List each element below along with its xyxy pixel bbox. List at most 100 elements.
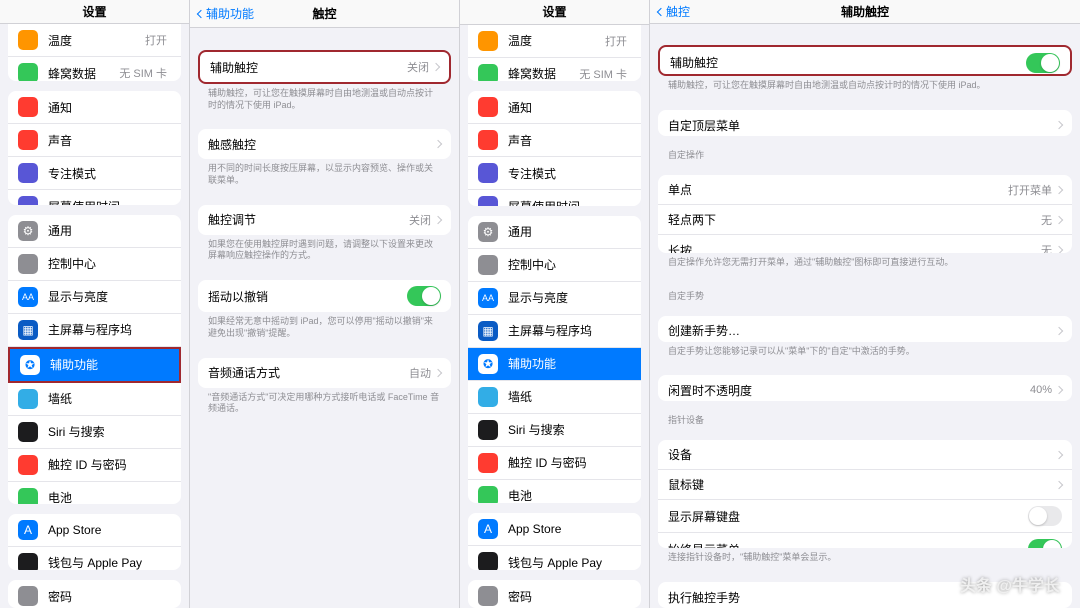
row-battery[interactable]: 电池 — [8, 482, 181, 504]
row-always-show: 始终显示菜单 — [658, 533, 1072, 548]
chevron-right-icon — [434, 140, 442, 148]
row-general[interactable]: ⚙通用 — [468, 216, 641, 249]
detail-header-1: 辅助功能 触控 — [190, 0, 459, 28]
row-wallpaper[interactable]: 墙纸 — [468, 381, 641, 414]
row-double-tap[interactable]: 轻点两下无 — [658, 205, 1072, 235]
row-control-center[interactable]: 控制中心 — [8, 248, 181, 281]
footnote-actions: 自定操作允许您无需打开菜单，通过"辅助触控"图标即可直接进行互动。 — [650, 253, 1080, 277]
row-display[interactable]: AA显示与亮度 — [8, 281, 181, 314]
row-screentime[interactable]: 屏幕使用时间 — [8, 190, 181, 205]
back-button[interactable]: 触控 — [658, 3, 690, 20]
row-top-menu[interactable]: 自定顶层菜单 — [658, 110, 1072, 136]
row-temp[interactable]: 温度打开 — [8, 24, 181, 57]
back-button[interactable]: 辅助功能 — [198, 5, 254, 22]
row-wallpaper[interactable]: 墙纸 — [8, 383, 181, 416]
row-long-press[interactable]: 长按无 — [658, 235, 1072, 253]
battery-icon — [478, 486, 498, 503]
group-network: 温度打开 蜂窝数据无 SIM 卡 — [468, 25, 641, 82]
row-accessibility[interactable]: ✪辅助功能 — [468, 348, 641, 381]
row-accessibility[interactable]: ✪辅助功能 — [8, 347, 181, 383]
row-touchid[interactable]: 触控 ID 与密码 — [8, 449, 181, 482]
footnote-2: 用不同的时间长度按压屏幕，以显示内容预览、操作或关联菜单。 — [190, 159, 459, 194]
assistive-toggle[interactable] — [1026, 53, 1060, 73]
row-control-center[interactable]: 控制中心 — [468, 249, 641, 282]
footnote-4: 如果经常无意中摇动到 iPad，您可以停用"摇动以撤销"来避免出现"撤销"提醒。 — [190, 312, 459, 347]
detail-assistive: 触控 辅助触控 辅助触控 辅助触控，可让您在触摸屏幕时自由地测温或自动点按计时的… — [650, 0, 1080, 608]
chevron-left-icon — [657, 7, 665, 15]
appstore-icon: A — [478, 519, 498, 539]
notification-icon — [18, 97, 38, 117]
focus-icon — [478, 163, 498, 183]
group-store: AApp Store 钱包与 Apple Pay — [8, 514, 181, 571]
footnote-pointer: 连接指针设备时，"辅助触控"菜单会显示。 — [650, 548, 1080, 572]
home-icon: ▦ — [478, 321, 498, 341]
row-general[interactable]: ⚙通用 — [8, 215, 181, 248]
appstore-icon: A — [18, 520, 38, 540]
wallpaper-icon — [478, 387, 498, 407]
chevron-right-icon — [434, 368, 442, 376]
gear-icon: ⚙ — [478, 222, 498, 242]
row-home[interactable]: ▦主屏幕与程序坞 — [468, 315, 641, 348]
row-battery[interactable]: 电池 — [468, 480, 641, 503]
group-general: ⚙通用 控制中心 AA显示与亮度 ▦主屏幕与程序坞 ✪辅助功能 墙纸 Siri … — [468, 216, 641, 503]
group-alerts: 通知 声音 专注模式 屏幕使用时间 — [8, 91, 181, 205]
group-password: 密码 — [8, 580, 181, 608]
row-cellular[interactable]: 蜂窝数据无 SIM 卡 — [8, 57, 181, 81]
row-touchid[interactable]: 触控 ID 与密码 — [468, 447, 641, 480]
settings-title: 设置 — [542, 3, 566, 20]
row-single-tap[interactable]: 单点打开菜单 — [658, 175, 1072, 205]
detail-header-2: 触控 辅助触控 — [650, 0, 1080, 24]
battery-icon — [18, 488, 38, 504]
row-siri[interactable]: Siri 与搜索 — [8, 416, 181, 449]
screentime-icon — [478, 196, 498, 205]
row-cellular[interactable]: 蜂窝数据无 SIM 卡 — [468, 58, 641, 82]
row-shake-undo[interactable]: 摇动以撤销 — [198, 280, 451, 312]
row-screentime[interactable]: 屏幕使用时间 — [468, 190, 641, 205]
shake-toggle[interactable] — [407, 286, 441, 306]
row-notifications[interactable]: 通知 — [8, 91, 181, 124]
cellular-icon — [18, 63, 38, 81]
row-touch-accom[interactable]: 触控调节关闭 — [198, 205, 451, 235]
row-wallet[interactable]: 钱包与 Apple Pay — [468, 546, 641, 570]
row-wallet[interactable]: 钱包与 Apple Pay — [8, 547, 181, 571]
notification-icon — [478, 97, 498, 117]
row-sound[interactable]: 声音 — [468, 124, 641, 157]
row-focus[interactable]: 专注模式 — [8, 157, 181, 190]
row-temp[interactable]: 温度打开 — [468, 25, 641, 58]
sidebar-header: 设置 — [0, 0, 189, 24]
row-sound[interactable]: 声音 — [8, 124, 181, 157]
row-password[interactable]: 密码 — [468, 580, 641, 608]
gear-icon: ⚙ — [18, 221, 38, 241]
chevron-right-icon — [1055, 326, 1063, 334]
row-display[interactable]: AA显示与亮度 — [468, 282, 641, 315]
row-device[interactable]: 设备 — [658, 440, 1072, 470]
row-audio-call[interactable]: 音频通话方式自动 — [198, 358, 451, 388]
row-mouse-keys[interactable]: 鼠标键 — [658, 470, 1072, 500]
group-network: 温度打开 蜂窝数据无 SIM 卡 — [8, 24, 181, 81]
row-notifications[interactable]: 通知 — [468, 91, 641, 124]
row-appstore[interactable]: AApp Store — [468, 513, 641, 546]
always-show-toggle[interactable] — [1028, 539, 1062, 548]
wallet-icon — [478, 552, 498, 570]
accessibility-icon: ✪ — [478, 354, 498, 374]
watermark: 头条 @牛学长 — [960, 572, 1060, 596]
row-idle-opacity[interactable]: 闲置时不透明度40% — [658, 375, 1072, 401]
detail-touch: 辅助功能 触控 辅助触控关闭 辅助触控，可让您在触摸屏幕时自由地测温或自动点按计… — [190, 0, 460, 608]
row-home[interactable]: ▦主屏幕与程序坞 — [8, 314, 181, 347]
hdr-custom-action: 自定操作 — [650, 136, 1080, 165]
row-appstore[interactable]: AApp Store — [8, 514, 181, 547]
row-siri[interactable]: Siri 与搜索 — [468, 414, 641, 447]
row-password[interactable]: 密码 — [8, 580, 181, 608]
screentime-icon — [18, 196, 38, 205]
sidebar-left-2: 设置 温度打开 蜂窝数据无 SIM 卡 通知 声音 专注模式 屏幕使用时间 ⚙通… — [460, 0, 650, 608]
temp-icon — [478, 31, 498, 51]
accessibility-icon: ✪ — [20, 355, 40, 375]
keyboard-toggle[interactable] — [1028, 506, 1062, 526]
group-password: 密码 — [468, 580, 641, 608]
row-haptic[interactable]: 触感触控 — [198, 129, 451, 159]
row-focus[interactable]: 专注模式 — [468, 157, 641, 190]
row-new-gesture[interactable]: 创建新手势… — [658, 316, 1072, 342]
password-icon — [18, 586, 38, 606]
row-assistive-touch[interactable]: 辅助触控关闭 — [200, 52, 449, 82]
sound-icon — [478, 130, 498, 150]
